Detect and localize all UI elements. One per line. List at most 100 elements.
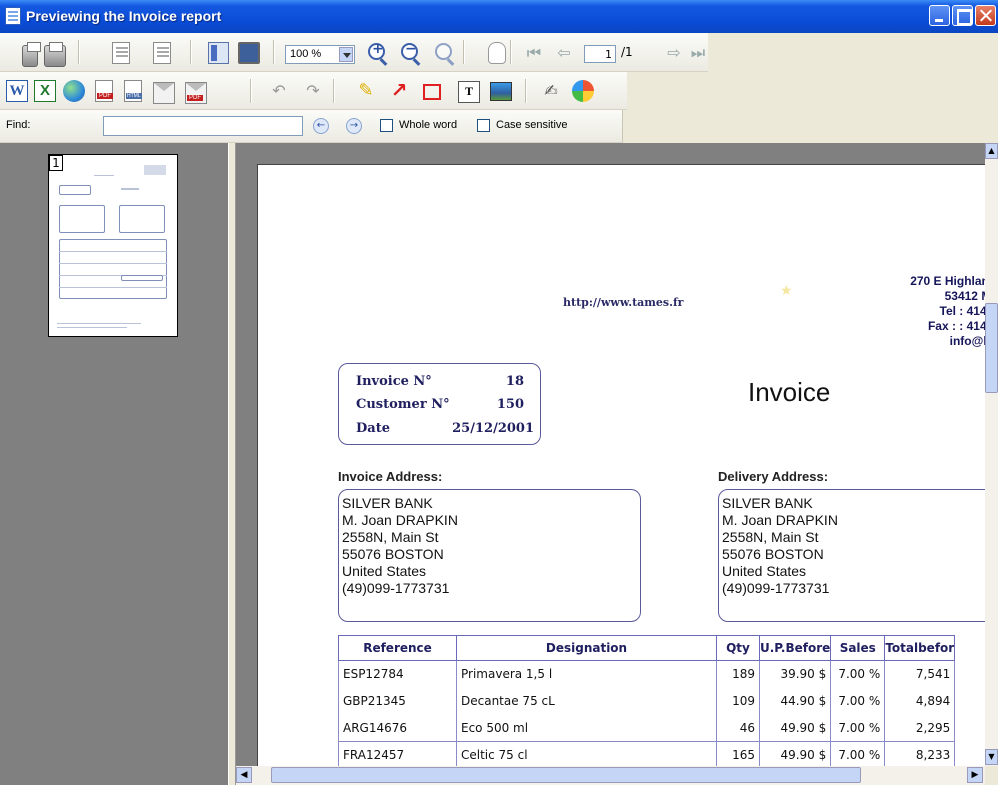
pdf-export-icon[interactable] <box>95 80 113 102</box>
address-line: (49)099-1773731 <box>342 580 450 596</box>
table-cell: ARG14676 <box>338 714 457 742</box>
table-cell: 109 <box>716 687 760 715</box>
pen-tool-icon[interactable]: ✎ <box>355 80 377 102</box>
whole-word-label: Whole word <box>399 119 458 131</box>
address-line: 2558N, Main St <box>722 529 819 545</box>
first-page-icon[interactable]: ⏮ <box>523 42 545 64</box>
image-tool-icon[interactable] <box>490 82 512 101</box>
redo-icon[interactable]: ↷ <box>302 80 324 102</box>
scroll-corner <box>985 766 998 785</box>
page-total: /1 <box>621 45 633 59</box>
table-cell: 7.00 % <box>830 687 886 715</box>
case-sensitive-checkbox[interactable] <box>477 119 490 132</box>
page-number-input[interactable]: 1 <box>584 45 616 63</box>
address-line: M. Joan DRAPKIN <box>722 512 838 528</box>
text-tool-icon[interactable]: T <box>458 81 480 103</box>
address-line: 55076 BOSTON <box>722 546 824 562</box>
fullscreen-icon[interactable] <box>238 42 260 64</box>
excel-export-icon[interactable]: X <box>34 80 56 102</box>
page-setup-icon[interactable] <box>112 42 130 64</box>
word-export-icon[interactable]: W <box>6 80 28 102</box>
document-icon <box>5 7 21 25</box>
html-export-icon[interactable] <box>63 80 85 102</box>
zoom-fit-icon[interactable] <box>435 43 452 60</box>
thumbnail-pane: 1 <box>0 143 228 785</box>
address-line: United States <box>722 563 807 579</box>
table-cell: 8,233 <box>884 741 956 766</box>
horizontal-scrollbar[interactable]: ◀ ▶ <box>236 766 985 785</box>
print-icon[interactable] <box>44 42 66 67</box>
text-export-icon[interactable] <box>124 80 142 102</box>
previous-page-icon[interactable]: ⇦ <box>553 42 575 64</box>
thumbnail-number: 1 <box>49 155 63 171</box>
column-header: Qty <box>716 635 760 661</box>
export-toolbar: W X ↶ ↷ ✎ ↗ T ✍ <box>0 72 627 110</box>
company-address-line: 53412 Milwauk <box>944 289 985 303</box>
table-cell: Celtic 75 cl <box>456 741 717 766</box>
hand-tool-icon[interactable] <box>488 42 506 64</box>
table-cell: 4,894 <box>884 687 956 715</box>
address-line: (49)099-1773731 <box>722 580 830 596</box>
find-next-icon[interactable]: → <box>346 118 362 134</box>
zoom-in-icon[interactable]: + <box>368 41 385 60</box>
find-input[interactable] <box>103 116 303 136</box>
table-cell: 7,541 <box>884 660 956 688</box>
company-address-line: info@blatz.co <box>949 334 985 348</box>
invoice-address-label: Invoice Address: <box>338 469 443 484</box>
next-page-icon[interactable]: ⇨ <box>663 42 685 64</box>
color-palette-icon[interactable] <box>572 80 594 102</box>
last-page-icon[interactable]: ⏭ <box>687 42 709 64</box>
edit-annotation-icon[interactable]: ✍ <box>540 80 562 102</box>
preview-window: Previewing the Invoice report 100 % + − … <box>0 0 998 785</box>
rectangle-tool-icon[interactable] <box>423 84 441 100</box>
table-cell: ESP12784 <box>338 660 457 688</box>
find-label: Find: <box>6 119 31 131</box>
printer-setup-icon[interactable] <box>22 42 41 67</box>
email-icon[interactable] <box>153 82 175 104</box>
thumbnail-pane-icon[interactable] <box>208 42 229 64</box>
table-cell: Eco 500 ml <box>456 714 717 742</box>
find-previous-icon[interactable]: ← <box>313 118 329 134</box>
zoom-value: 100 % <box>290 48 322 60</box>
scroll-up-icon[interactable]: ▲ <box>985 143 998 159</box>
scroll-down-icon[interactable]: ▼ <box>985 749 998 765</box>
invoice-address-box: SILVER BANK M. Joan DRAPKIN 2558N, Main … <box>338 489 641 622</box>
table-row: ARG14676 Eco 500 ml 46 49.90 $ 7.00 % 2,… <box>338 714 956 742</box>
scroll-left-icon[interactable]: ◀ <box>236 767 252 783</box>
minimize-button[interactable] <box>929 5 950 26</box>
table-cell: 7.00 % <box>830 741 886 766</box>
table-cell: 49.90 $ <box>758 714 832 742</box>
vertical-scroll-thumb[interactable] <box>985 303 998 393</box>
customer-number: 150 <box>496 397 524 412</box>
address-line: M. Joan DRAPKIN <box>342 512 458 528</box>
vertical-scrollbar[interactable]: ▲ ▼ <box>985 143 998 766</box>
whole-word-checkbox[interactable] <box>380 119 393 132</box>
table-cell: Primavera 1,5 l <box>456 660 717 688</box>
company-website: http://www.tames.fr <box>563 296 684 309</box>
scroll-right-icon[interactable]: ▶ <box>967 767 983 783</box>
invoice-page: http://www.tames.fr ★ 270 E Highland Ave… <box>258 165 985 766</box>
table-cell: 44.90 $ <box>758 687 832 715</box>
case-sensitive-label: Case sensitive <box>496 119 568 131</box>
table-cell: 189 <box>716 660 760 688</box>
column-header: U.P.Before <box>758 635 832 661</box>
email-pdf-icon[interactable] <box>185 82 207 104</box>
invoice-title: Invoice <box>748 377 831 407</box>
page-thumbnail[interactable]: 1 <box>48 154 178 337</box>
close-button[interactable] <box>975 5 996 26</box>
single-page-icon[interactable] <box>153 42 171 64</box>
undo-icon[interactable]: ↶ <box>268 80 290 102</box>
table-row: FRA12457 Celtic 75 cl 165 49.90 $ 7.00 %… <box>338 741 956 766</box>
arrow-tool-icon[interactable]: ↗ <box>388 79 410 101</box>
zoom-out-icon[interactable]: − <box>401 41 418 60</box>
chevron-down-icon <box>339 47 353 62</box>
zoom-select[interactable]: 100 % <box>285 45 355 64</box>
maximize-button[interactable] <box>952 5 973 26</box>
table-cell: 7.00 % <box>830 660 886 688</box>
invoice-info-box: Invoice N° 18 Customer N° 150 Date 25/12… <box>338 363 541 445</box>
pane-splitter[interactable] <box>228 143 236 785</box>
horizontal-scroll-thumb[interactable] <box>271 767 861 783</box>
company-address-line: Fax : : 414-638-12 <box>927 319 985 333</box>
main-toolbar: 100 % + − ⏮ ⇦ 1 /1 ⇨ ⏭ <box>0 33 708 72</box>
company-address-line: Tel : 414-638-12 <box>939 304 986 318</box>
